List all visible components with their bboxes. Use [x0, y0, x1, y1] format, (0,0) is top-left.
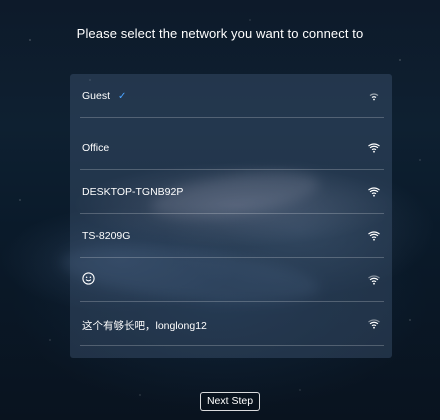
network-item-emoji[interactable]	[80, 258, 384, 302]
network-selection-screen: Please select the network you want to co…	[0, 0, 440, 420]
checkmark-icon: ✓	[117, 91, 127, 102]
row-divider	[80, 345, 384, 346]
smiley-icon	[82, 272, 95, 285]
network-item-guest[interactable]: Guest ✓	[80, 74, 384, 118]
network-item-ts-8209g[interactable]: TS-8209G	[80, 214, 384, 258]
network-name: TS-8209G	[82, 230, 131, 242]
network-name: Guest	[82, 90, 111, 102]
wifi-medium-icon	[368, 275, 380, 285]
network-name: DESKTOP-TGNB92P	[82, 186, 184, 198]
network-name: 这个有够长吧，longlong12	[82, 320, 207, 332]
wifi-strong-icon	[368, 143, 380, 153]
wifi-medium-icon	[368, 319, 380, 329]
wifi-strong-icon	[368, 231, 380, 241]
network-item-label-row: Guest ✓	[82, 90, 126, 102]
network-item-long-name[interactable]: 这个有够长吧，longlong12	[80, 302, 384, 346]
network-item-office[interactable]: Office	[80, 126, 384, 170]
wifi-weak-icon	[369, 93, 379, 101]
next-step-button[interactable]: Next Step	[200, 392, 260, 411]
page-title: Please select the network you want to co…	[76, 26, 364, 41]
wifi-strong-icon	[368, 187, 380, 197]
network-item-desktop[interactable]: DESKTOP-TGNB92P	[80, 170, 384, 214]
row-divider	[80, 117, 384, 118]
network-list-panel: Guest ✓ Office DESKTOP-TGNB92P TS-8209G …	[70, 74, 392, 358]
network-name: Office	[82, 142, 110, 154]
